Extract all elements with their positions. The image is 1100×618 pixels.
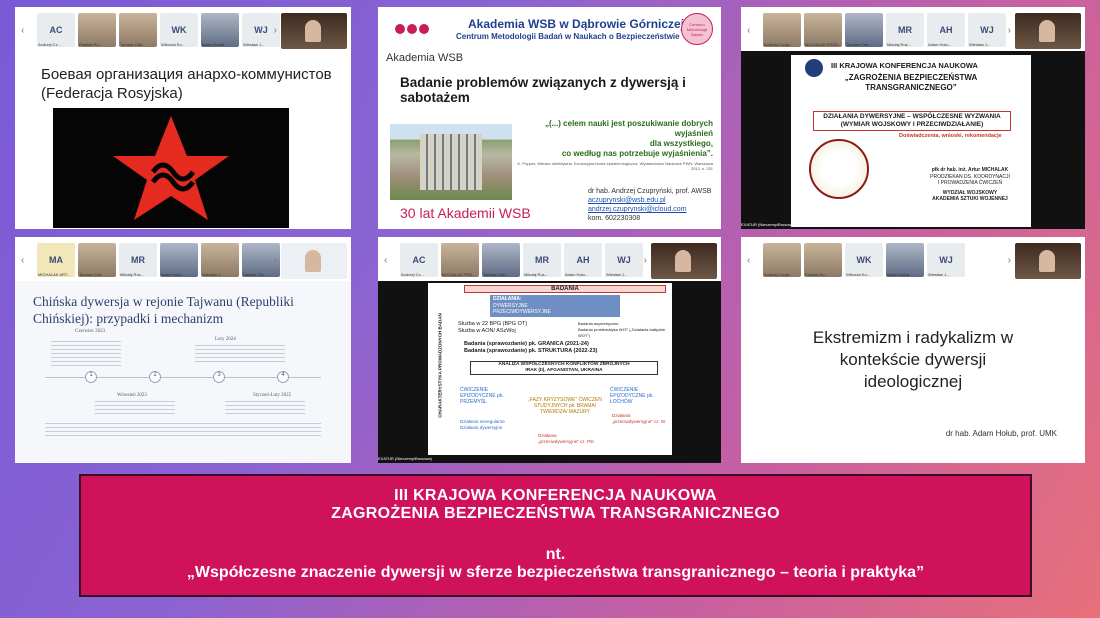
video-tile-1[interactable]: ‹ AC Andrzej Cz... Paulina Ro... Tomasz C… — [15, 7, 351, 229]
participant-thumb[interactable]: WJ Wiesław J... — [968, 13, 1006, 47]
participant-thumb[interactable]: AH Adam Hołu... — [564, 243, 602, 277]
active-speaker-video — [281, 13, 347, 49]
participant-thumb[interactable]: MR Mikołaj Rus... — [523, 243, 561, 277]
participant-thumb[interactable]: Tomasz Ceb... — [119, 13, 157, 47]
slide-title: Боевая организация анархо-коммунистов (F… — [41, 66, 332, 102]
participant-thumb[interactable]: Andrzej Czupr... — [763, 243, 801, 277]
participant-strip: ‹ Andrzej Czupr... MICHALAK PROD... Toma… — [741, 7, 1085, 51]
header-subtitle: Centrum Metodologii Badań w Naukach o Be… — [456, 32, 680, 41]
participant-thumb[interactable]: WK Wikroda Ko... — [845, 243, 883, 277]
video-tile-4[interactable]: ‹ MA MICHALAK ART... Tomasz Ceb... MR Miko… — [15, 237, 351, 463]
timeline-node: 1 — [85, 371, 97, 383]
slide-title: Badanie problemów związanych z dywersją … — [400, 75, 686, 105]
slide-image — [53, 108, 289, 228]
participant-thumb[interactable]: Wiesław J... — [201, 243, 239, 277]
chevron-right-icon[interactable]: › — [1008, 25, 1011, 36]
video-tile-6[interactable]: ‹ Andrzej Czupr... Paulina Ro... WK Wikro… — [741, 237, 1085, 463]
timeline: Czerwiec 2023 Luty 2024 Wrzesień 2023 St… — [45, 329, 321, 439]
timeline-node: 2 — [149, 371, 161, 383]
video-tile-5[interactable]: ‹ AC Andrzej Cz... MICHALAK PRO... Tomasz… — [378, 237, 721, 463]
app-window: { "tiles": { "t1": { "participants": [ {… — [0, 0, 1100, 618]
banner-line-1: III KRAJOWA KONFERENCJA NAUKOWA — [394, 487, 717, 504]
banner-line-2: ZAGROŻENIA BEZPIECZEŃSTWA TRANSGRANICZNE… — [331, 505, 780, 522]
vertical-label: CHARAKTERYSTYKA PROWADZONYCH BADAŃ — [437, 313, 443, 418]
chevron-right-icon[interactable]: › — [274, 25, 277, 36]
chevron-left-icon[interactable]: ‹ — [747, 255, 750, 266]
active-speaker-video — [1015, 243, 1081, 279]
participant-thumb[interactable]: MR Mikołaj Rus... — [886, 13, 924, 47]
chevron-right-icon[interactable]: › — [1008, 255, 1011, 266]
chevron-left-icon[interactable]: ‹ — [21, 255, 24, 266]
participant-thumb[interactable]: WJ Wiesław J... — [605, 243, 643, 277]
participant-thumb[interactable]: AC Andrzej Cz... — [37, 13, 75, 47]
participant-thumb[interactable]: MA MICHALAK ART... — [37, 243, 75, 277]
participant-strip: ‹ Andrzej Czupr... Paulina Ro... WK Wikro… — [741, 237, 1085, 281]
chevron-right-icon[interactable]: › — [644, 255, 647, 266]
header-title: Akademia WSB w Dąbrowie Górniczej — [468, 17, 685, 31]
participant-thumb[interactable]: Adam Hołub — [886, 243, 924, 277]
banner-line-3: nt. — [545, 546, 566, 563]
participant-thumb[interactable]: MR Mikołaj Rus... — [119, 243, 157, 277]
participant-strip: ‹ AC Andrzej Cz... Paulina Ro... Tomasz C… — [15, 7, 351, 51]
crest-icon — [809, 139, 869, 199]
participant-thumb[interactable]: Tomasz Ceb... — [78, 243, 116, 277]
wsb-logo-icon — [395, 24, 429, 34]
active-speaker-video — [651, 243, 717, 279]
video-tile-3[interactable]: ‹ Andrzej Czupr... MICHALAK PROD... Toma… — [741, 7, 1085, 229]
active-speaker-video — [281, 243, 347, 279]
building-photo — [390, 124, 512, 200]
participant-thumb[interactable]: WJ Wiesław J... — [927, 243, 965, 277]
video-tile-2[interactable]: Akademia WSB Akademia WSB w Dąbrowie Gór… — [378, 7, 721, 229]
slide-area: III KRAJOWA KONFERENCJA NAUKOWA „ZAGROŻE… — [791, 55, 1031, 227]
participant-thumb[interactable]: MICHALAK PROD... — [804, 13, 842, 47]
participant-strip: ‹ AC Andrzej Cz... MICHALAK PRO... Tomasz… — [378, 237, 721, 281]
conference-banner: III KRAJOWA KONFERENCJA NAUKOWA ZAGROŻEN… — [79, 474, 1032, 597]
chevron-left-icon[interactable]: ‹ — [747, 25, 750, 36]
participant-thumb[interactable]: AH Adam Hołu... — [927, 13, 965, 47]
participant-thumb[interactable]: Tomasz Ceb... — [482, 243, 520, 277]
chevron-left-icon[interactable]: ‹ — [384, 255, 387, 266]
participant-strip: ‹ MA MICHALAK ART... Tomasz Ceb... MR Miko… — [15, 237, 351, 281]
participant-thumb[interactable]: MICHALAK PRO... — [441, 243, 479, 277]
timeline-node: 3 — [213, 371, 225, 383]
center-badge: Centrum Metodologii Badań — [681, 13, 713, 45]
participant-thumb[interactable]: Paulina Ro... — [804, 243, 842, 277]
slide-author: dr hab. Adam Hołub, prof. UMK — [945, 429, 1057, 438]
quote-box: „(...) celem nauki jest poszukiwanie dob… — [517, 119, 713, 171]
author-block: dr hab. Andrzej Czupryński, prof. AWSB a… — [588, 188, 712, 222]
footer-logo: 30 lat Akademii WSB — [400, 205, 531, 221]
slide-title: Ekstremizm i radykalizm w kontekście dyw… — [812, 328, 1014, 391]
chevron-left-icon[interactable]: ‹ — [21, 25, 24, 36]
active-speaker-video — [1015, 13, 1081, 49]
timeline-node: 4 — [277, 371, 289, 383]
participant-thumb[interactable]: Adam Hołub — [201, 13, 239, 47]
slide-area: CHARAKTERYSTYKA PROWADZONYCH BADAŃ BADAN… — [428, 283, 672, 455]
participant-thumb[interactable]: AC Andrzej Cz... — [400, 243, 438, 277]
red-star-logo-icon — [113, 116, 229, 220]
participant-thumb[interactable]: WK Wikroda Ko... — [160, 13, 198, 47]
participant-thumb[interactable]: Adam Hołu... — [160, 243, 198, 277]
banner-line-4: „Współczesne znaczenie dywersji w sferze… — [186, 564, 925, 581]
participant-thumb[interactable]: Tomasz Ceb... — [845, 13, 883, 47]
participant-thumb[interactable]: Paulina Ro... — [78, 13, 116, 47]
participant-thumb[interactable]: Andrzej Czupr... — [763, 13, 801, 47]
slide-title: Chińska dywersja w rejonie Tajwanu (Repu… — [33, 294, 294, 326]
wsb-logo: Akademia WSB — [386, 17, 463, 64]
chevron-right-icon[interactable]: › — [274, 255, 277, 266]
title-box: DZIAŁANIA DYWERSYJNE – WSPÓŁCZESNE WYZWA… — [813, 111, 1011, 131]
